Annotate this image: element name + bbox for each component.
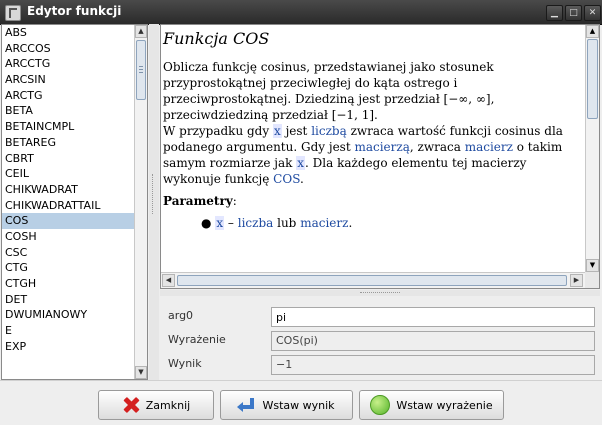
maximize-icon[interactable]: □ <box>565 5 582 21</box>
doc-description: Oblicza funkcję cosinus, przedstawianej … <box>163 60 495 122</box>
insert-result-button[interactable]: Wstaw wynik <box>220 390 353 420</box>
link-macierz[interactable]: macierz <box>465 140 513 154</box>
minimize-icon[interactable]: ▁ <box>546 5 563 21</box>
link-liczba[interactable]: liczba <box>238 216 274 230</box>
scroll-up-arrow-icon[interactable]: ▲ <box>135 25 147 38</box>
result-label: Wynik <box>168 357 202 370</box>
function-list-item[interactable]: DET <box>2 292 135 308</box>
horizontal-split-divider[interactable] <box>160 290 600 296</box>
x-symbol: x <box>215 216 225 230</box>
documentation-content: Funkcja COS Oblicza funkcję cosinus, prz… <box>161 25 585 272</box>
insert-expression-button[interactable]: Wstaw wyrażenie <box>359 390 504 420</box>
function-list-item[interactable]: BETAREG <box>2 135 135 151</box>
function-list-item[interactable]: CHIKWADRATTAIL <box>2 198 135 214</box>
arg-label: arg0 <box>168 309 194 322</box>
scroll-down-arrow-icon[interactable]: ▼ <box>135 366 147 379</box>
function-list-item[interactable]: ARCSIN <box>2 72 135 88</box>
function-list-item[interactable]: CTG <box>2 260 135 276</box>
function-list-item[interactable]: EXP <box>2 339 135 355</box>
function-list-item[interactable]: ABS <box>2 25 135 41</box>
scroll-left-arrow-icon[interactable]: ◀ <box>162 274 175 287</box>
function-list-item[interactable]: CSC <box>2 245 135 261</box>
evaluation-form: arg0 Wyrażenie COS(pi) Wynik −1 <box>160 297 600 380</box>
arg-input[interactable] <box>271 307 595 327</box>
function-list-item[interactable]: ARCTG <box>2 88 135 104</box>
doc-vertical-scrollbar[interactable]: ▲ ▼ <box>585 25 599 272</box>
scrollbar-thumb[interactable] <box>587 39 598 119</box>
button-bar: Zamknij Wstaw wynik Wstaw wyrażenie <box>0 380 602 425</box>
scrollbar-thumb[interactable] <box>136 40 146 100</box>
expression-label: Wyrażenie <box>168 333 226 346</box>
function-list-item[interactable]: CEIL <box>2 166 135 182</box>
x-symbol: x <box>272 124 282 138</box>
function-list: ABS ARCCOS ARCCTG ARCSIN ARCTG BETA BETAINCMPL… <box>2 25 135 354</box>
param-item: ● x – liczba lub macierz. <box>201 216 353 230</box>
link-liczba[interactable]: liczbą <box>311 124 347 138</box>
function-list-scrollbar[interactable]: ▲ ▼ <box>134 25 147 379</box>
insert-arrow-icon <box>237 396 256 414</box>
x-symbol: x <box>296 156 306 170</box>
function-list-item[interactable]: ARCCTG <box>2 56 135 72</box>
doc-horizontal-scrollbar[interactable]: ◀ ▶ <box>161 272 585 288</box>
result-field: −1 <box>271 355 595 375</box>
link-macierz[interactable]: macierz <box>300 216 348 230</box>
function-list-item[interactable]: E <box>2 323 135 339</box>
close-x-icon <box>122 396 140 414</box>
close-button[interactable]: Zamknij <box>98 390 214 420</box>
expression-field: COS(pi) <box>271 331 595 351</box>
doc-title: Funkcja COS <box>163 29 270 48</box>
function-list-item[interactable]: DWUMIANOWY <box>2 307 135 323</box>
title-bar: Edytor funkcji ▁ □ ✕ <box>0 0 602 25</box>
bullet-icon: ● <box>201 216 212 230</box>
scrollbar-thumb[interactable] <box>177 275 567 286</box>
function-list-item[interactable]: BETAINCMPL <box>2 119 135 135</box>
scroll-down-arrow-icon[interactable]: ▼ <box>586 259 599 272</box>
green-circle-icon <box>370 395 391 415</box>
function-list-item[interactable]: COSH <box>2 229 135 245</box>
params-heading: Parametry: <box>163 194 237 208</box>
function-list-item[interactable]: ARCCOS <box>2 41 135 57</box>
doc-usage: W przypadku gdy x jest liczbą zwraca war… <box>163 124 563 186</box>
link-macierza[interactable]: macierzą <box>354 140 409 154</box>
function-list-item[interactable]: COS <box>2 213 135 229</box>
function-list-item[interactable]: CHIKWADRAT <box>2 182 135 198</box>
app-icon <box>5 5 21 21</box>
link-cos[interactable]: COS <box>273 172 300 186</box>
scroll-up-arrow-icon[interactable]: ▲ <box>586 25 599 38</box>
vertical-split-divider[interactable] <box>149 24 159 380</box>
window-title: Edytor funkcji <box>27 4 122 18</box>
function-list-item[interactable]: BETA <box>2 103 135 119</box>
documentation-panel: Funkcja COS Oblicza funkcję cosinus, prz… <box>160 24 600 289</box>
close-window-icon[interactable]: ✕ <box>584 5 601 21</box>
function-list-panel: ABS ARCCOS ARCCTG ARCSIN ARCTG BETA BETAINCMPL… <box>1 24 148 380</box>
scroll-right-arrow-icon[interactable]: ▶ <box>570 274 583 287</box>
function-list-item[interactable]: CTGH <box>2 276 135 292</box>
function-list-item[interactable]: CBRT <box>2 151 135 167</box>
